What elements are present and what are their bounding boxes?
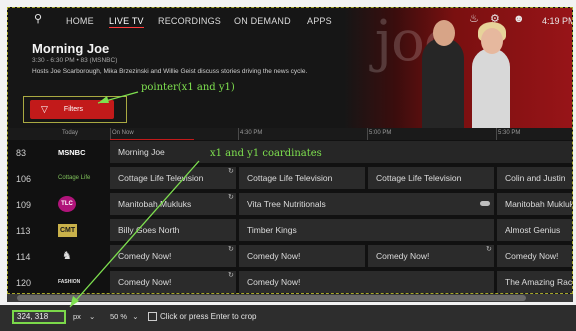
nav-apps[interactable]: APPS — [307, 16, 332, 26]
program-cell[interactable]: Vita Tree Nutritionals — [239, 193, 494, 215]
cursor-coordinates: 324, 318 — [12, 310, 66, 324]
filters-button[interactable]: ▽ Filters — [30, 100, 114, 119]
program-cell[interactable]: The Amazing Race — [497, 271, 572, 293]
user-icon[interactable]: ☻ — [513, 14, 525, 25]
coordinates-annotation: x1 and y1 coardinates — [210, 148, 322, 159]
channel-row[interactable]: 113 CMT Billy Goes North Timber Kings Al… — [8, 218, 572, 242]
editor-statusbar: 324, 318 px ⌄ 50 % ⌄ Click or press Ente… — [0, 305, 576, 331]
channel-row[interactable]: 106 Cottage Life Cottage Life Television… — [8, 166, 572, 190]
time-slot-2: 5:00 PM — [369, 130, 392, 136]
chevron-down-icon: ⌄ — [89, 312, 96, 321]
time-slot-1: 4:30 PM — [240, 130, 263, 136]
msnbc-logo: MSNBC — [58, 148, 86, 157]
horse-racing-logo: ♞ — [62, 250, 72, 262]
program-cell[interactable]: Cottage Life Television — [368, 167, 494, 189]
image-editor-window: joe ⚲ HOME LIVE TV RECORDINGS ON DEMAND … — [0, 0, 576, 331]
program-cell[interactable]: Comedy Now! — [110, 271, 236, 293]
cottage-life-logo: Cottage Life — [58, 175, 91, 181]
time-today: Today — [62, 130, 79, 136]
record-icon — [480, 201, 490, 206]
chevron-down-icon: ⌄ — [132, 312, 139, 321]
program-cell[interactable]: Billy Goes North — [110, 219, 236, 241]
search-icon[interactable]: ⚲ — [34, 14, 42, 25]
fashion-logo: FASHION — [58, 279, 81, 285]
cmt-logo: CMT — [58, 224, 78, 237]
program-cell[interactable]: Timber Kings — [239, 219, 494, 241]
show-description: Hosts Joe Scarborough, Mika Brzezinski a… — [32, 68, 308, 75]
program-cell[interactable]: Comedy Now! — [239, 245, 365, 267]
program-cell[interactable]: Morning Joe — [110, 141, 572, 163]
repeat-icon: ↻ — [486, 246, 492, 253]
host-figure-left — [422, 20, 464, 128]
show-time: 3:30 - 6:30 PM • 83 (MSNBC) — [32, 57, 118, 64]
repeat-icon: ↻ — [228, 272, 234, 279]
clock: 4:19 PM — [542, 16, 573, 26]
nav-home[interactable]: HOME — [66, 16, 94, 26]
nav-on-demand[interactable]: ON DEMAND — [234, 16, 291, 26]
program-cell[interactable]: Almost Genius — [497, 219, 572, 241]
tlc-logo: TLC — [58, 196, 76, 212]
program-cell[interactable]: Manitobah Mukluks — [110, 193, 236, 215]
channel-number: 106 — [16, 174, 32, 184]
channel-number: 113 — [16, 226, 31, 236]
channel-number: 109 — [16, 200, 32, 210]
show-title: Morning Joe — [32, 41, 110, 56]
program-cell[interactable]: Cottage Life Television — [110, 167, 236, 189]
crop-icon — [148, 312, 157, 322]
channel-number: 120 — [16, 278, 32, 288]
horizontal-scrollbar[interactable] — [7, 294, 573, 302]
filter-icon: ▽ — [41, 104, 48, 114]
program-cell[interactable]: Comedy Now! — [110, 245, 236, 267]
crop-hint: Click or press Enter to crop — [148, 310, 256, 324]
time-on-now: On Now — [112, 130, 134, 136]
guide-time-header: Today On Now 4:30 PM 5:00 PM 5:30 PM — [8, 128, 572, 140]
channel-number: 114 — [16, 252, 31, 262]
program-cell[interactable]: Comedy Now! — [368, 245, 494, 267]
unit-value: px — [73, 312, 81, 321]
nav-live-tv[interactable]: LIVE TV — [109, 16, 144, 28]
program-cell[interactable]: Cottage Life Television — [239, 167, 365, 189]
bell-icon[interactable]: ♨ — [469, 14, 479, 25]
zoom-select[interactable]: 50 % ⌄ — [110, 310, 144, 324]
top-nav: ⚲ HOME LIVE TV RECORDINGS ON DEMAND APPS… — [8, 8, 573, 30]
channel-row[interactable]: 114 ♞ Comedy Now! ↻ Comedy Now! Comedy N… — [8, 244, 572, 268]
program-cell[interactable]: Colin and Justin — [497, 167, 572, 189]
channel-row[interactable]: 120 FASHION Comedy Now! ↻ Comedy Now! Th… — [8, 270, 572, 293]
repeat-icon: ↻ — [228, 194, 234, 201]
program-cell[interactable]: Manitobah Mukluks — [497, 193, 572, 215]
unit-select[interactable]: px ⌄ — [73, 310, 103, 324]
zoom-value: 50 % — [110, 312, 128, 321]
program-cell[interactable]: Comedy Now! — [239, 271, 494, 293]
channel-row[interactable]: 109 TLC Manitobah Mukluks ↻ Vita Tree Nu… — [8, 192, 572, 216]
pointer-annotation: pointer(x1 and y1) — [141, 82, 235, 93]
repeat-icon: ↻ — [228, 246, 234, 253]
nav-recordings[interactable]: RECORDINGS — [158, 16, 221, 26]
program-guide: 83 MSNBC Morning Joe 106 Cottage Life Co… — [8, 140, 572, 293]
channel-number: 83 — [16, 148, 27, 158]
program-cell[interactable]: Comedy Now! — [497, 245, 572, 267]
repeat-icon: ↻ — [228, 168, 234, 175]
crop-hint-label: Click or press Enter to crop — [160, 312, 257, 321]
host-figure-right — [472, 22, 510, 128]
scrollbar-thumb[interactable] — [17, 295, 526, 301]
time-slot-3: 5:30 PM — [498, 130, 521, 136]
gear-icon[interactable]: ⚙ — [490, 14, 500, 25]
filters-label: Filters — [63, 106, 83, 113]
